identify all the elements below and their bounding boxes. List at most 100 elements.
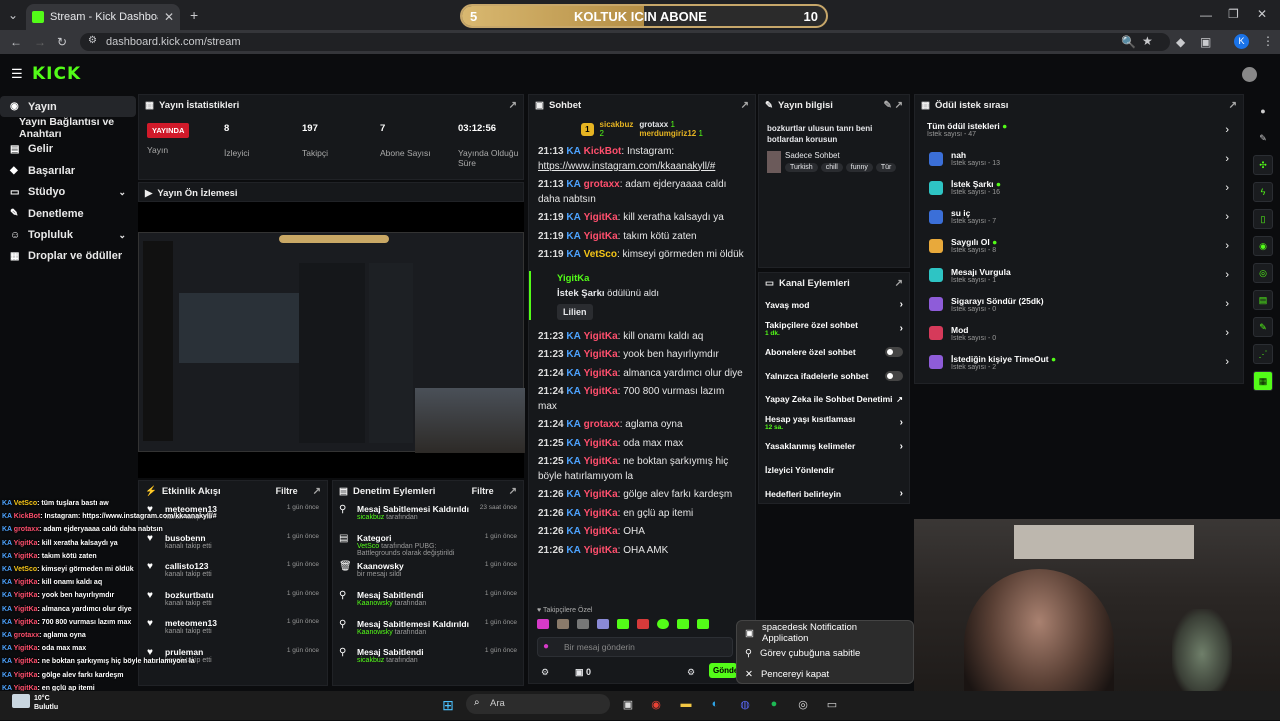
channel-action-row[interactable]: Yasaklanmış kelimeler ›	[759, 435, 909, 459]
windows-start-icon[interactable]: ⊞	[438, 695, 458, 715]
chat-username[interactable]: YigitKa	[584, 331, 618, 342]
chat-username[interactable]: YigitKa	[584, 386, 618, 397]
reward-row[interactable]: Mesajı Vurgula İstek sayısı - 1 ›	[915, 260, 1243, 289]
emote-icon[interactable]	[557, 619, 569, 629]
sidebar-item-yayin[interactable]: ◉ Yayın	[0, 96, 136, 118]
chat-message[interactable]: 21:19 KA VetSco: kimseyi görmeden mi öld…	[529, 246, 755, 265]
sidebar-item-studyo[interactable]: ▭ Stüdyo ⌄	[0, 182, 136, 203]
reward-row[interactable]: Saygılı Ol ● İstek sayısı - 8 ›	[915, 231, 1243, 260]
extensions-puzzle-icon[interactable]: ▣	[1200, 36, 1211, 48]
lightning-icon[interactable]: ϟ	[1253, 182, 1273, 202]
spotify-icon[interactable]: ●	[764, 694, 784, 714]
chat-username[interactable]: grotaxx	[584, 179, 620, 190]
sidebar-item-topluluk[interactable]: ☺ Topluluk ⌄	[0, 224, 136, 245]
chat-input[interactable]: Bir mesaj gönderin	[537, 637, 733, 657]
maximize-icon[interactable]: ❐	[1228, 8, 1239, 20]
popout-icon[interactable]: ↗	[741, 100, 749, 111]
chat-username[interactable]: VetSco	[584, 249, 617, 260]
chat-message[interactable]: 21:13 KA KickBot: Instagram: https://www…	[529, 143, 755, 176]
activity-filter-button[interactable]: Filtre	[276, 486, 298, 496]
mod-action-item[interactable]: ▤ Kategori VetSco tarafından PUBG: Battleg…	[333, 530, 523, 559]
file-explorer-icon[interactable]: ▬	[676, 694, 696, 714]
mod-action-item[interactable]: ⚲ Mesaj Sabitlemesi Kaldırıldı Kaanowsky t…	[333, 616, 523, 645]
chat-username[interactable]: YigitKa	[584, 508, 618, 519]
share-icon[interactable]: ⋰	[1253, 344, 1273, 364]
weather-widget[interactable]: 10°C Bulutlu	[34, 694, 58, 712]
reward-row[interactable]: su iç İstek sayısı - 7 ›	[915, 202, 1243, 231]
toggle-switch[interactable]	[885, 370, 903, 381]
emote-icon[interactable]	[637, 619, 649, 629]
site-info-icon[interactable]: ⚙	[88, 36, 97, 46]
emote-icon[interactable]	[677, 619, 689, 629]
chat-username[interactable]: YigitKa	[584, 545, 618, 556]
chat-username[interactable]: YigitKa	[584, 456, 618, 467]
channel-action-row[interactable]: Abonelere özel sohbet	[759, 340, 909, 364]
app-icon[interactable]: ◎	[793, 694, 813, 714]
reward-row[interactable]: Sigarayı Söndür (25dk) İstek sayısı - 0 ›	[915, 290, 1243, 319]
chat-message[interactable]: 21:25 KA YigitKa: ne boktan şarkıymış hi…	[529, 453, 755, 486]
spacedesk-icon[interactable]: ▭	[822, 694, 842, 714]
channel-action-row[interactable]: Takipçilere özel sohbet 1 dk. ›	[759, 317, 909, 341]
extension-icon[interactable]: ◆	[1176, 36, 1185, 48]
kick-logo[interactable]: KICK	[32, 64, 81, 84]
channel-action-row[interactable]: Yapay Zeka ile Sohbet Denetimi ↗	[759, 387, 909, 411]
reward-row[interactable]: Mod İstek sayısı - 0 ›	[915, 319, 1243, 348]
chat-username[interactable]: YigitKa	[584, 438, 618, 449]
clipboard-icon[interactable]: ▯	[1253, 209, 1273, 229]
reload-icon[interactable]: ↻	[57, 36, 67, 48]
emote-icon[interactable]	[697, 619, 709, 629]
pencil-icon[interactable]: ✎	[1253, 128, 1273, 148]
info-icon[interactable]: ●	[1253, 101, 1273, 121]
popout-icon[interactable]: ↗	[1229, 100, 1237, 111]
grid-icon[interactable]: ▦	[1253, 371, 1273, 391]
toggle-switch[interactable]	[885, 346, 903, 357]
chat-message[interactable]: 21:26 KA YigitKa: OHA AMK	[529, 542, 755, 561]
emote-icon[interactable]	[537, 619, 549, 629]
crosshair-icon[interactable]: ✣	[1253, 155, 1273, 175]
chat-message[interactable]: 21:24 KA YigitKa: almanca yardımcı olur …	[529, 365, 755, 384]
channel-action-row[interactable]: Hedefleri belirleyin ›	[759, 482, 909, 506]
hamburger-menu-icon[interactable]: ☰	[11, 67, 23, 80]
card-icon[interactable]: ▤	[1253, 290, 1273, 310]
mod-action-item[interactable]: ⚲ Mesaj Sabitlendi Kaanowsky tarafından 1 g…	[333, 587, 523, 616]
chat-message[interactable]: 21:26 KA YigitKa: OHA	[529, 523, 755, 542]
chat-username[interactable]: YigitKa	[584, 489, 618, 500]
chat-message[interactable]: 21:24 KA YigitKa: 700 800 vurması lazım …	[529, 383, 755, 416]
chat-message[interactable]: 21:23 KA YigitKa: yook ben hayırlıymdır	[529, 346, 755, 365]
sidebar-item-droplar[interactable]: ▦ Droplar ve ödüller	[0, 246, 136, 267]
browser-tab[interactable]: Stream - Kick Dashboard ✕	[26, 4, 180, 30]
channel-action-row[interactable]: Hesap yaşı kısıtlaması 12 sa. ›	[759, 411, 909, 435]
chat-username[interactable]: YigitKa	[584, 231, 618, 242]
chat-username[interactable]: grotaxx	[584, 419, 620, 430]
emote-bar[interactable]	[537, 619, 709, 629]
discord-icon[interactable]: ◍	[735, 694, 755, 714]
sidebar-item-gelir[interactable]: ▤ Gelir	[0, 139, 136, 160]
chat-username[interactable]: KickBot	[584, 146, 622, 157]
back-icon[interactable]: ←	[10, 36, 22, 48]
context-item-pin[interactable]: ⚲ Görev çubuğuna sabitle	[737, 644, 913, 665]
chat-message[interactable]: 21:23 KA YigitKa: kill onamı kaldı aq	[529, 328, 755, 347]
channel-action-row[interactable]: Yalnızca ifadelerle sohbet	[759, 364, 909, 388]
emote-icon[interactable]	[617, 619, 629, 629]
chat-message[interactable]: 21:26 KA YigitKa: en gçlü ap itemi	[529, 505, 755, 524]
popout-icon[interactable]: ↗	[509, 486, 517, 497]
popout-icon[interactable]: ↗	[895, 278, 903, 289]
reward-row[interactable]: nah İstek sayısı - 13 ›	[915, 144, 1243, 173]
reward-row[interactable]: İstek Şarkı ● İstek sayısı - 16 ›	[915, 173, 1243, 202]
chat-message[interactable]: 21:24 KA grotaxx: aglama oyna	[529, 416, 755, 435]
sidebar-item-denetleme[interactable]: ✎ Denetleme	[0, 203, 136, 224]
mod-action-item[interactable]: ⚲ Mesaj Sabitlemesi Kaldırıldı sicakbuz ta…	[333, 501, 523, 530]
window-close-icon[interactable]: ✕	[1257, 8, 1267, 20]
channel-action-row[interactable]: Yavaş mod ›	[759, 293, 909, 317]
wrench-icon[interactable]: ✎	[1253, 317, 1273, 337]
popout-icon[interactable]: ↗	[509, 100, 517, 111]
minimize-icon[interactable]: —	[1200, 9, 1212, 21]
menu-kebab-icon[interactable]: ⋮	[1262, 35, 1274, 47]
chat-settings-icon[interactable]: ⚙	[541, 667, 549, 678]
new-tab-icon[interactable]: +	[190, 8, 198, 22]
user-avatar[interactable]	[1242, 67, 1257, 82]
chat-message[interactable]: 21:19 KA YigitKa: takım kötü zaten	[529, 228, 755, 247]
chat-gear-icon[interactable]: ⚙	[687, 667, 695, 678]
sidebar-item-stream-key[interactable]: Yayın Bağlantısı ve Anahtarı	[0, 116, 136, 140]
send-button[interactable]: Gönder	[709, 663, 737, 678]
